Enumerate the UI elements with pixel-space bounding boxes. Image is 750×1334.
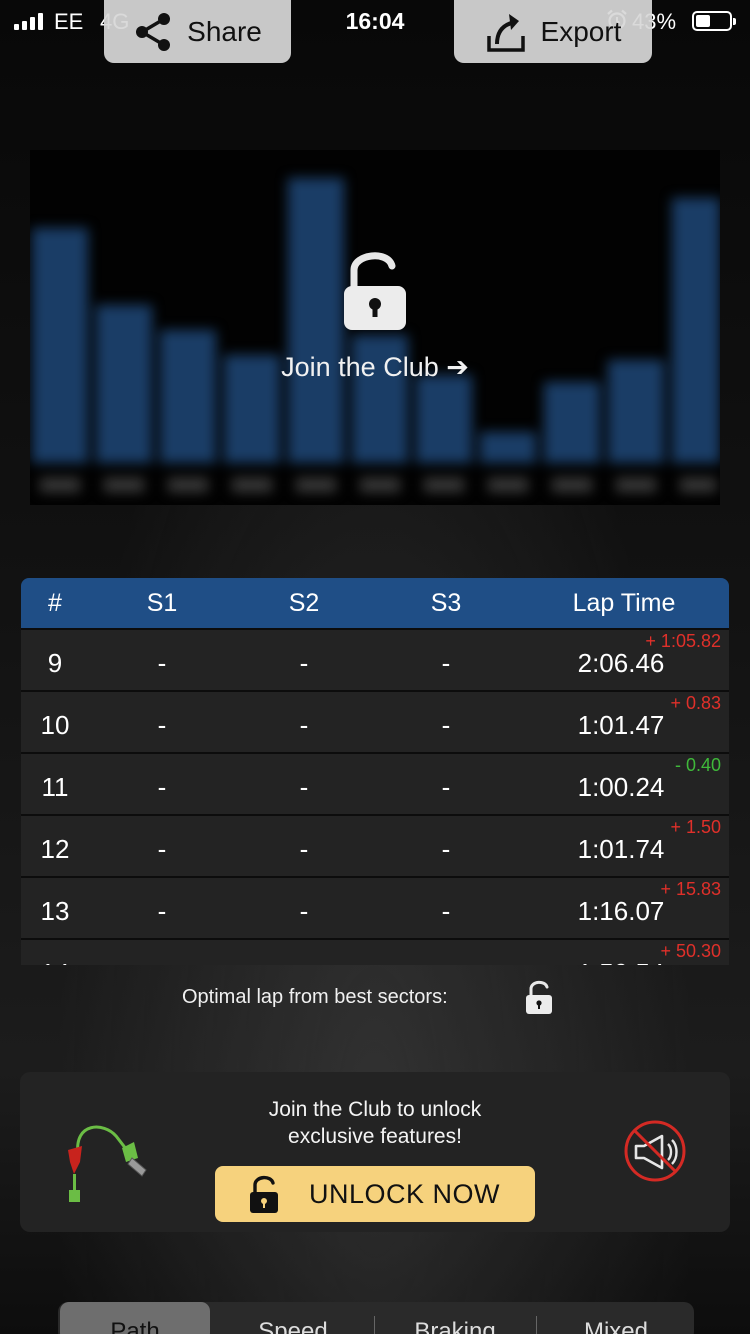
table-row[interactable]: 10 - - - 1:01.47 + 0.83	[21, 690, 729, 752]
lap-time: 2:06.46	[577, 648, 665, 678]
share-icon	[136, 12, 171, 51]
header-s3: S3	[430, 589, 462, 617]
header-s1: S1	[146, 589, 178, 617]
sector-s3: -	[441, 834, 451, 864]
join-club-link[interactable]: Join the Club ➔	[0, 352, 750, 383]
header-lap-number: #	[48, 589, 62, 617]
export-button[interactable]: Export	[454, 0, 652, 63]
unlocked-padlock-icon[interactable]	[524, 979, 554, 1015]
lap-delta: - 0.40	[674, 755, 721, 775]
sector-s1: -	[157, 772, 167, 802]
export-label: Export	[540, 15, 622, 47]
tab-braking[interactable]: Braking	[378, 1302, 532, 1334]
sector-s2: -	[235, 958, 373, 965]
header-lap-time: Lap Time	[572, 589, 676, 617]
sector-s2: -	[299, 772, 309, 802]
sector-s1: -	[157, 710, 167, 740]
battery-icon	[692, 11, 736, 31]
sector-s3: -	[441, 896, 451, 926]
sector-s3: -	[373, 958, 519, 965]
lap-number: 10	[40, 710, 70, 740]
export-icon	[486, 13, 525, 52]
view-mode-tabs: Path Speed Braking Mixed	[58, 1302, 694, 1334]
promo-banner: Join the Club to unlock exclusive featur…	[20, 1072, 730, 1232]
lap-time: 1:16.07	[577, 896, 665, 926]
sector-s1: -	[157, 648, 167, 678]
sector-s2: -	[299, 648, 309, 678]
lap-number: 13	[40, 896, 70, 926]
lap-number: 12	[40, 834, 70, 864]
table-row[interactable]: 9 - - - 2:06.46 + 1:05.82	[21, 628, 729, 690]
table-row[interactable]: 11 - - - 1:00.24 - 0.40	[21, 752, 729, 814]
unlock-now-button[interactable]: UNLOCK NOW	[215, 1166, 535, 1222]
share-label: Share	[187, 15, 262, 47]
sector-s2: -	[299, 834, 309, 864]
lap-table: # S1 S2 S3 Lap Time 9- - -2:06.46 + 1:05.82…	[21, 578, 729, 965]
lap-number: 11	[41, 772, 69, 802]
sector-s1: -	[89, 958, 235, 965]
sector-s3: -	[441, 710, 451, 740]
tab-mixed[interactable]: Mixed	[540, 1302, 692, 1334]
table-row[interactable]: 14---1:50.54+ 50.30	[21, 938, 729, 965]
sector-s1: -	[157, 896, 167, 926]
sector-s3: -	[441, 772, 451, 802]
share-button[interactable]: Share	[104, 0, 291, 63]
lap-time: 1:00.24	[577, 772, 665, 802]
lap-number: 14	[21, 958, 89, 965]
unlocked-padlock-icon	[344, 252, 406, 330]
lap-number: 9	[47, 648, 63, 678]
tab-speed[interactable]: Speed	[218, 1302, 368, 1334]
sector-s1: -	[157, 834, 167, 864]
lap-delta: + 1.50	[670, 817, 721, 837]
optimal-lap-label: Optimal lap from best sectors:	[182, 986, 448, 1008]
sector-s2: -	[299, 710, 309, 740]
table-row[interactable]: 12 - - - 1:01.74 + 1.50	[21, 814, 729, 876]
header-s2: S2	[288, 589, 320, 617]
sector-s2: -	[299, 896, 309, 926]
lap-delta: + 50.30	[660, 941, 721, 961]
lap-time: 1:01.47	[577, 710, 665, 740]
table-row[interactable]: 13 - - - 1:16.07 + 15.83	[21, 876, 729, 938]
tab-path[interactable]: Path	[60, 1302, 210, 1334]
sector-s3: -	[441, 648, 451, 678]
no-ads-icon[interactable]	[622, 1118, 688, 1184]
unlocked-padlock-icon	[250, 1175, 278, 1213]
table-header: # S1 S2 S3 Lap Time	[21, 578, 729, 628]
unlock-now-label: UNLOCK NOW	[309, 1179, 501, 1209]
lap-delta: + 15.83	[660, 879, 721, 899]
lap-time: 1:01.74	[577, 834, 665, 864]
lap-delta: + 1:05.82	[645, 631, 721, 651]
lap-delta: + 0.83	[670, 693, 721, 713]
